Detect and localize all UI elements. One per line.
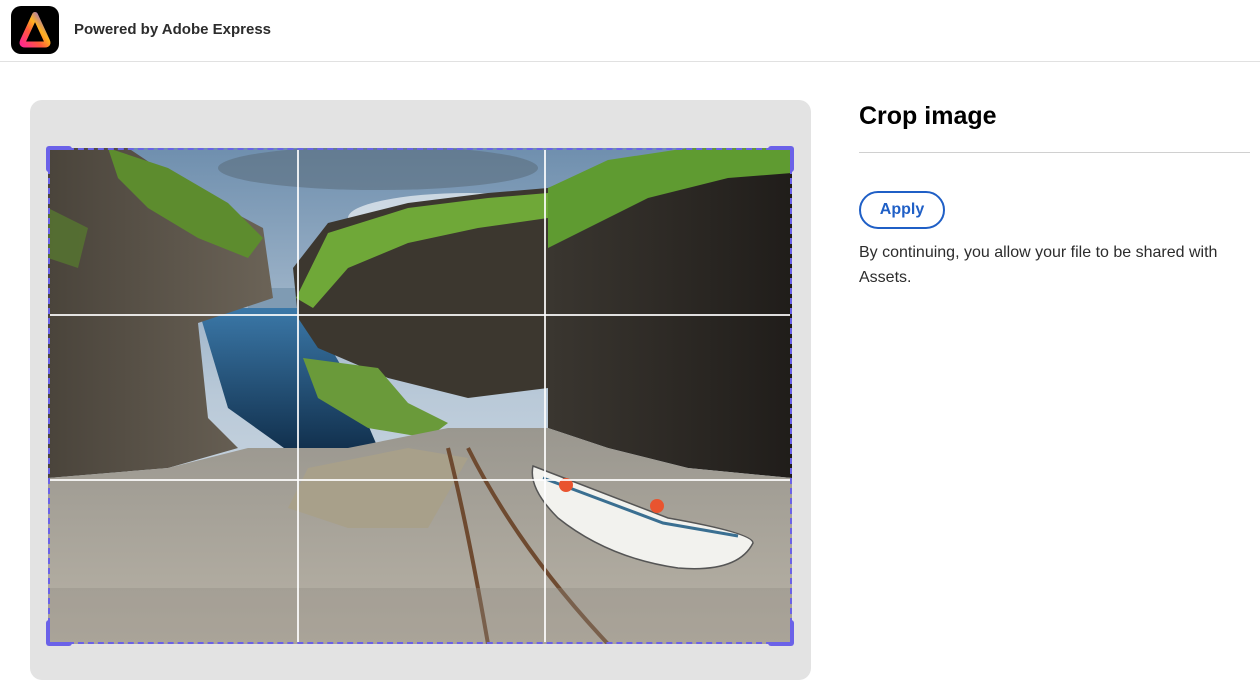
crop-frame[interactable] [46, 146, 794, 646]
crop-handle-top-left[interactable] [46, 146, 72, 172]
panel-divider [859, 152, 1250, 153]
powered-by-label: Powered by Adobe Express [74, 21, 272, 38]
panel-title: Crop image [859, 102, 997, 130]
crop-grid-line-horizontal-1 [50, 314, 790, 316]
crop-grid-line-horizontal-2 [50, 479, 790, 481]
apply-button[interactable]: Apply [859, 191, 945, 229]
crop-grid-line-vertical-1 [297, 150, 299, 642]
crop-handle-bottom-right[interactable] [768, 620, 794, 646]
crop-handle-top-right[interactable] [768, 146, 794, 172]
adobe-express-logo-icon[interactable] [11, 6, 59, 54]
crop-handle-bottom-left[interactable] [46, 620, 72, 646]
app-header: Powered by Adobe Express [0, 0, 1260, 62]
crop-grid-line-vertical-2 [544, 150, 546, 642]
sharing-notice: By continuing, you allow your file to be… [859, 244, 1218, 286]
